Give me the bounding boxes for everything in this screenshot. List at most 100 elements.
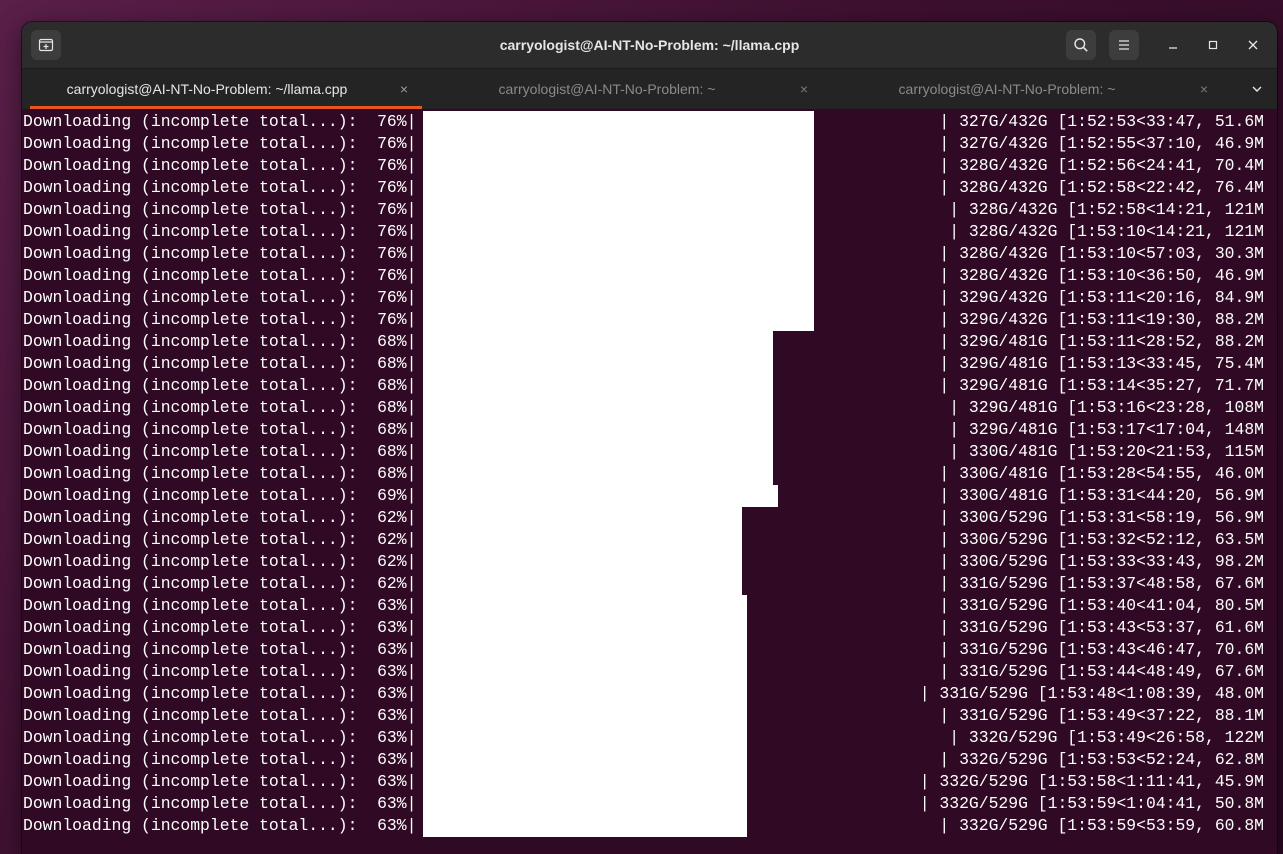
tab-close-button[interactable]: × (400, 69, 408, 109)
terminal-line: Downloading (incomplete total...): 76%| |… (23, 221, 1264, 243)
minimize-button[interactable] (1158, 30, 1188, 60)
progress-bar-fill (423, 463, 773, 485)
terminal-line: Downloading (incomplete total...): 68%| |… (23, 375, 1264, 397)
terminal-line: Downloading (incomplete total...): 63%| |… (23, 749, 1264, 771)
terminal-line: Downloading (incomplete total...): 62%| |… (23, 573, 1264, 595)
progress-stats: | 331G/529G [1:53:44<48:49, 67.6M (939, 662, 1264, 681)
progress-prefix: Downloading (incomplete total...): 62%| (23, 574, 417, 593)
progress-stats: | 332G/529G [1:53:49<26:58, 122M (949, 728, 1264, 747)
tab-llama-cpp[interactable]: carryologist@AI-NT-No-Problem: ~/llama.c… (22, 69, 422, 109)
progress-bar-fill (423, 243, 814, 265)
close-button[interactable] (1238, 30, 1268, 60)
progress-bar-fill (423, 815, 747, 837)
tab-home-2[interactable]: carryologist@AI-NT-No-Problem: ~ × (822, 69, 1222, 109)
progress-bar-fill (423, 771, 747, 793)
progress-prefix: Downloading (incomplete total...): 76%| (23, 156, 417, 175)
progress-prefix: Downloading (incomplete total...): 63%| (23, 794, 417, 813)
progress-prefix: Downloading (incomplete total...): 68%| (23, 420, 417, 439)
progress-stats: | 331G/529G [1:53:43<53:37, 61.6M (939, 618, 1264, 637)
progress-bar-fill (423, 507, 742, 529)
progress-stats: | 330G/529G [1:53:31<58:19, 56.9M (939, 508, 1264, 527)
search-button[interactable] (1066, 30, 1096, 60)
progress-bar-fill (423, 353, 773, 375)
terminal-line: Downloading (incomplete total...): 62%| |… (23, 551, 1264, 573)
tab-home-1[interactable]: carryologist@AI-NT-No-Problem: ~ × (422, 69, 822, 109)
progress-prefix: Downloading (incomplete total...): 76%| (23, 178, 417, 197)
progress-stats: | 328G/432G [1:53:10<57:03, 30.3M (939, 244, 1264, 263)
terminal-line: Downloading (incomplete total...): 76%| |… (23, 287, 1264, 309)
terminal-line: Downloading (incomplete total...): 63%| |… (23, 683, 1264, 705)
progress-stats: | 329G/481G [1:53:13<33:45, 75.4M (939, 354, 1264, 373)
progress-prefix: Downloading (incomplete total...): 68%| (23, 442, 417, 461)
progress-stats: | 332G/529G [1:53:59<53:59, 60.8M (939, 816, 1264, 835)
progress-stats: | 328G/432G [1:52:56<24:41, 70.4M (939, 156, 1264, 175)
terminal-line: Downloading (incomplete total...): 76%| |… (23, 177, 1264, 199)
progress-stats: | 328G/432G [1:52:58<22:42, 76.4M (939, 178, 1264, 197)
progress-bar-fill (423, 331, 773, 353)
terminal-line: Downloading (incomplete total...): 68%| |… (23, 441, 1264, 463)
progress-prefix: Downloading (incomplete total...): 63%| (23, 618, 417, 637)
terminal-line: Downloading (incomplete total...): 76%| |… (23, 265, 1264, 287)
terminal-line: Downloading (incomplete total...): 69%| |… (23, 485, 1264, 507)
progress-bar-fill (423, 199, 814, 221)
terminal-line: Downloading (incomplete total...): 63%| |… (23, 793, 1264, 815)
progress-prefix: Downloading (incomplete total...): 63%| (23, 662, 417, 681)
terminal-output[interactable]: Downloading (incomplete total...): 76%| |… (22, 109, 1277, 854)
progress-prefix: Downloading (incomplete total...): 63%| (23, 772, 417, 791)
progress-prefix: Downloading (incomplete total...): 76%| (23, 288, 417, 307)
menu-button[interactable] (1109, 30, 1139, 60)
progress-prefix: Downloading (incomplete total...): 68%| (23, 354, 417, 373)
new-tab-button[interactable] (31, 30, 61, 60)
progress-prefix: Downloading (incomplete total...): 63%| (23, 728, 417, 747)
progress-prefix: Downloading (incomplete total...): 63%| (23, 596, 417, 615)
progress-prefix: Downloading (incomplete total...): 76%| (23, 112, 417, 131)
maximize-icon (1208, 40, 1218, 50)
progress-prefix: Downloading (incomplete total...): 76%| (23, 310, 417, 329)
progress-bar-fill (423, 265, 814, 287)
progress-bar-fill (423, 155, 814, 177)
progress-bar-fill (423, 749, 747, 771)
progress-bar-fill (423, 419, 773, 441)
tab-label: carryologist@AI-NT-No-Problem: ~ (898, 81, 1116, 97)
progress-stats: | 331G/529G [1:53:48<1:08:39, 48.0M (919, 684, 1264, 703)
progress-stats: | 331G/529G [1:53:49<37:22, 88.1M (939, 706, 1264, 725)
progress-bar-fill (423, 639, 747, 661)
progress-stats: | 330G/481G [1:53:31<44:20, 56.9M (939, 486, 1264, 505)
terminal-line: Downloading (incomplete total...): 63%| |… (23, 727, 1264, 749)
tab-label: carryologist@AI-NT-No-Problem: ~/llama.c… (66, 81, 348, 97)
terminal-line: Downloading (incomplete total...): 68%| |… (23, 331, 1264, 353)
progress-bar-fill (423, 705, 747, 727)
maximize-button[interactable] (1198, 30, 1228, 60)
progress-prefix: Downloading (incomplete total...): 63%| (23, 816, 417, 835)
progress-prefix: Downloading (incomplete total...): 76%| (23, 266, 417, 285)
progress-stats: | 330G/529G [1:53:33<33:43, 98.2M (939, 552, 1264, 571)
progress-stats: | 329G/432G [1:53:11<20:16, 84.9M (939, 288, 1264, 307)
terminal-line: Downloading (incomplete total...): 63%| |… (23, 815, 1264, 837)
search-icon (1074, 38, 1088, 52)
terminal-line: Downloading (incomplete total...): 68%| |… (23, 353, 1264, 375)
progress-bar-fill (423, 397, 773, 419)
progress-stats: | 330G/529G [1:53:32<52:12, 63.5M (939, 530, 1264, 549)
tab-close-button[interactable]: × (1200, 69, 1208, 109)
terminal-line: Downloading (incomplete total...): 63%| |… (23, 661, 1264, 683)
progress-bar-fill (423, 111, 814, 133)
progress-bar-fill (423, 617, 747, 639)
progress-stats: | 329G/481G [1:53:16<23:28, 108M (949, 398, 1264, 417)
terminal-line: Downloading (incomplete total...): 76%| |… (23, 199, 1264, 221)
terminal-window: carryologist@AI-NT-No-Problem: ~/llama.c… (22, 22, 1277, 854)
progress-bar-fill (423, 287, 814, 309)
progress-prefix: Downloading (incomplete total...): 69%| (23, 486, 417, 505)
progress-stats: | 328G/432G [1:53:10<36:50, 46.9M (939, 266, 1264, 285)
progress-stats: | 331G/529G [1:53:37<48:58, 67.6M (939, 574, 1264, 593)
progress-prefix: Downloading (incomplete total...): 62%| (23, 530, 417, 549)
progress-prefix: Downloading (incomplete total...): 68%| (23, 376, 417, 395)
progress-stats: | 332G/529G [1:53:59<1:04:41, 50.8M (919, 794, 1264, 813)
tab-overflow-button[interactable] (1247, 69, 1267, 109)
progress-stats: | 327G/432G [1:52:53<33:47, 51.6M (939, 112, 1264, 131)
progress-prefix: Downloading (incomplete total...): 62%| (23, 552, 417, 571)
progress-stats: | 329G/481G [1:53:17<17:04, 148M (949, 420, 1264, 439)
terminal-line: Downloading (incomplete total...): 76%| |… (23, 243, 1264, 265)
close-icon (1248, 40, 1258, 50)
tab-close-button[interactable]: × (800, 69, 808, 109)
terminal-line: Downloading (incomplete total...): 63%| |… (23, 771, 1264, 793)
